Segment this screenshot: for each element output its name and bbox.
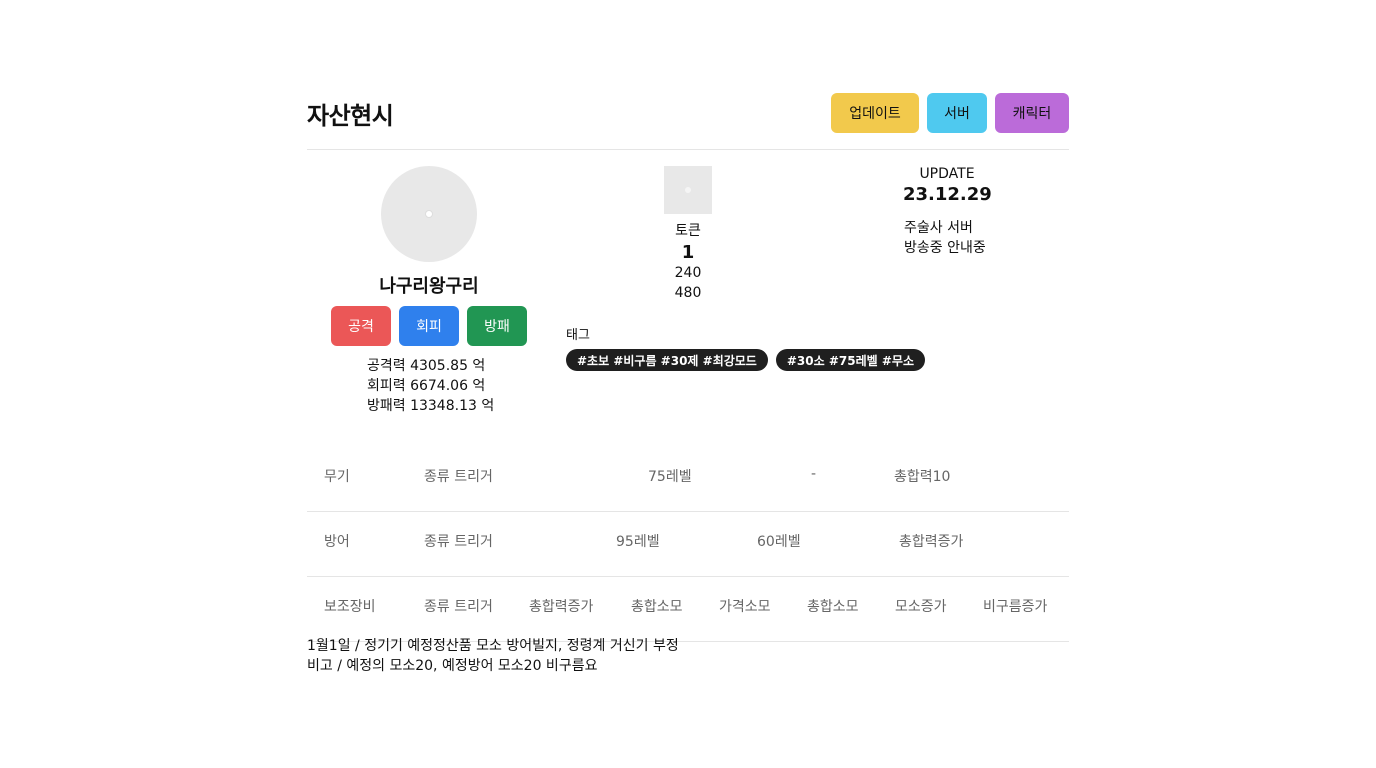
character-card: 나구리왕구리 공격 회피 방패 공격력 4305.85 억 회피력 6674.0… [327,166,531,416]
row-total: 총합력10 [894,469,951,485]
token-sub-1: 240 [674,265,702,281]
row-level: 95레벨 [616,534,660,550]
tag-chip[interactable]: #30소 #75레벨 #무소 [775,349,925,371]
image-placeholder-icon [685,187,691,193]
armor-row: 방어 종류 트리거 95레벨 60레벨 총합력증가 [307,512,1069,577]
row-level: 75레벨 [648,469,692,485]
row-cell: 모소증가 [895,599,947,615]
evade-button[interactable]: 회피 [399,306,459,346]
character-button[interactable]: 캐릭터 [995,93,1069,133]
token-value: 1 [681,242,695,263]
action-buttons: 공격 회피 방패 [327,306,531,346]
note-line-1: 1월1일 / 정기기 예정정산품 모소 방어빌지, 정령계 거신기 부정 [307,638,679,654]
row-total: 총합력증가 [899,534,964,550]
update-button[interactable]: 업데이트 [831,93,919,133]
token-sub-2: 480 [674,285,702,301]
row-type: 종류 트리거 [424,599,493,615]
row-cell: 총합소모 [807,599,859,615]
attack-stat: 공격력 4305.85 억 [367,358,486,374]
avatar [381,166,477,262]
token-label: 토큰 [675,223,701,239]
update-label: UPDATE [919,166,975,182]
note-line-2: 비고 / 예정의 모소20, 예정방어 모소20 비구름요 [307,658,598,674]
defend-stat: 방패력 13348.13 억 [367,398,495,414]
update-card: UPDATE 23.12.29 [903,166,992,205]
header-buttons: 업데이트 서버 캐릭터 [831,93,1069,133]
update-note-1: 주술사 서버 [904,220,973,236]
row-sublevel: 60레벨 [757,534,801,550]
token-card: 토큰 1 240 480 [648,166,728,303]
stats-list: 공격력 4305.85 억 회피력 6674.06 억 방패력 13348.13… [327,356,531,416]
row-cell: 총합력증가 [529,599,594,615]
main-container: 자산현시 업데이트 서버 캐릭터 나구리왕구리 공격 회피 방패 공격력 430… [307,84,1069,674]
server-button[interactable]: 서버 [927,93,987,133]
update-date: 23.12.29 [903,184,992,205]
row-cell: 가격소모 [719,599,771,615]
row-category: 보조장비 [324,599,376,615]
token-image [664,166,712,214]
tag-list: #초보 #비구름 #30제 #최강모드 #30소 #75레벨 #무소 [566,349,925,371]
sub-equipment-row: 보조장비 종류 트리거 총합력증가 총합소모 가격소모 총합소모 모소증가 비구… [307,577,1069,642]
tags-label: 태그 [566,328,590,343]
tag-chip[interactable]: #초보 #비구름 #30제 #최강모드 [566,349,768,371]
row-cell: 총합소모 [631,599,683,615]
page-title: 자산현시 [307,102,394,130]
row-type: 종류 트리거 [424,469,493,485]
evade-stat: 회피력 6674.06 억 [367,378,486,394]
row-category: 무기 [324,469,350,485]
image-placeholder-icon [425,210,433,218]
profile-section: 나구리왕구리 공격 회피 방패 공격력 4305.85 억 회피력 6674.0… [307,166,1069,426]
weapon-row: 무기 종류 트리거 75레벨 - 총합력10 [307,447,1069,512]
tags-section: 태그 #초보 #비구름 #30제 #최강모드 #30소 #75레벨 #무소 [566,324,925,371]
row-cell: 비구름증가 [983,599,1048,615]
row-sublevel: - [811,466,817,482]
row-category: 방어 [324,534,350,550]
update-notes: 주술사 서버 방송중 안내중 [904,218,986,258]
attack-button[interactable]: 공격 [331,306,391,346]
page-header: 자산현시 업데이트 서버 캐릭터 [307,84,1069,150]
defend-button[interactable]: 방패 [467,306,527,346]
equipment-table: 무기 종류 트리거 75레벨 - 총합력10 방어 종류 트리거 95레벨 60… [307,447,1069,642]
character-name: 나구리왕구리 [379,276,479,297]
update-note-2: 방송중 안내중 [904,240,986,256]
row-type: 종류 트리거 [424,534,493,550]
notes-section: 1월1일 / 정기기 예정정산품 모소 방어빌지, 정령계 거신기 부정 비고 … [307,636,679,676]
